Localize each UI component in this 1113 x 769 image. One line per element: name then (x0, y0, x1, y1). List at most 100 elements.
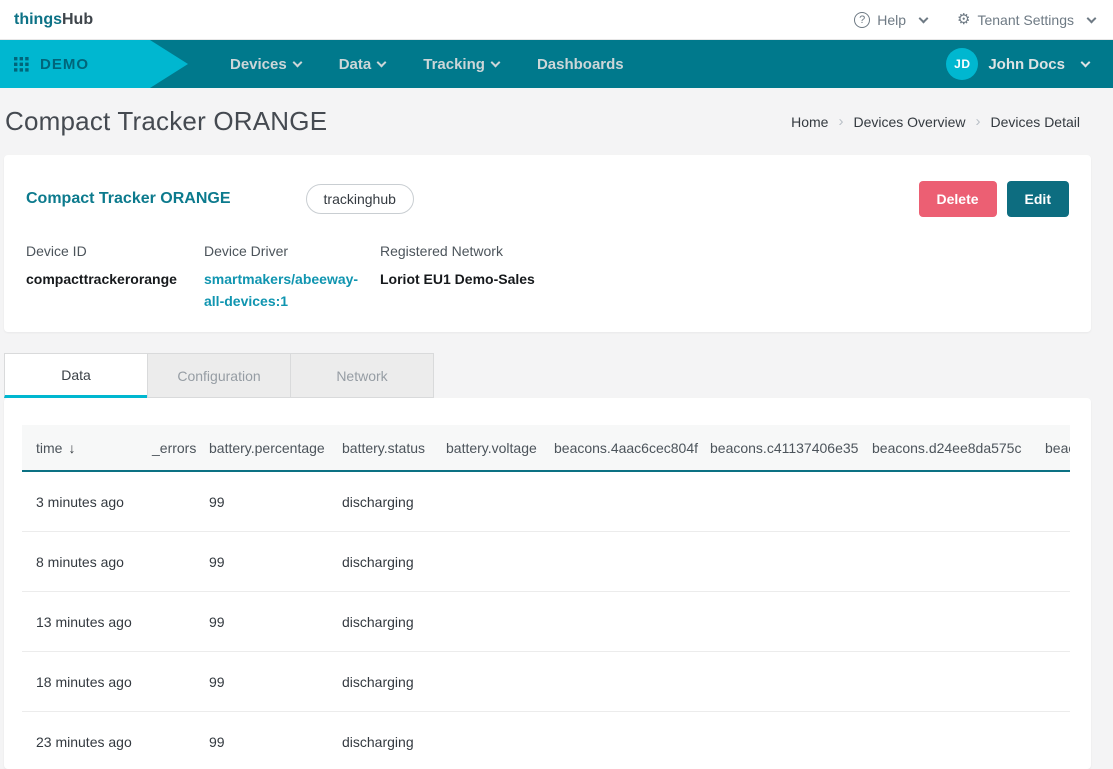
table-cell: discharging (342, 734, 446, 750)
tenant-switcher[interactable]: DEMO (0, 40, 188, 88)
breadcrumb-item-devices-overview[interactable]: Devices Overview (853, 114, 965, 130)
field-registered-network: Registered NetworkLoriot EU1 Demo-Sales (380, 243, 535, 313)
chevron-down-icon (919, 13, 929, 23)
tag-pill[interactable]: trackinghub (306, 184, 414, 214)
column-label: time (36, 440, 62, 456)
column-header-beacons-d24ee8da575c[interactable]: beacons.d24ee8da575c (872, 440, 1045, 456)
card-actions: Delete Edit (919, 181, 1069, 217)
edit-button[interactable]: Edit (1007, 181, 1069, 217)
chevron-down-icon (1081, 58, 1091, 68)
tab-data[interactable]: Data (4, 353, 148, 398)
field-device-driver: Device Driver smartmakers/abeeway-all-dev… (204, 243, 380, 313)
column-label: battery.percentage (209, 440, 325, 456)
table-cell: 23 minutes ago (22, 734, 152, 750)
avatar: JD (946, 48, 978, 80)
nav-item-label: Dashboards (537, 56, 624, 73)
data-table-card: time ↓ _errors battery.percentage battery.st… (4, 398, 1091, 769)
field-label: Registered Network (380, 243, 535, 259)
column-header-beacons-4aac6cec804f[interactable]: beacons.4aac6cec804f (554, 440, 710, 456)
chevron-down-icon (292, 57, 302, 67)
column-label: beacons.d24ee8da575c (872, 440, 1021, 456)
tab-configuration[interactable]: Configuration (147, 353, 291, 398)
tenant-label: DEMO (40, 56, 89, 73)
gear-icon: ⚙ (957, 12, 970, 27)
breadcrumb-separator: › (976, 113, 981, 130)
nav-item-label: Devices (230, 56, 287, 73)
help-label: Help (877, 12, 906, 28)
logo-things: things (14, 11, 62, 28)
table-row[interactable]: 3 minutes ago 99discharging (22, 472, 1070, 532)
field-device-id: Device ID compacttrackerorange (26, 243, 204, 313)
breadcrumb-item-devices-detail: Devices Detail (991, 114, 1080, 130)
column-label: battery.voltage (446, 440, 537, 456)
table-cell: discharging (342, 674, 446, 690)
table-scroll[interactable]: time ↓ _errors battery.percentage battery.st… (22, 425, 1070, 769)
tab-network[interactable]: Network (290, 353, 434, 398)
column-header-beacons-c41137406e35[interactable]: beacons.c41137406e35 (710, 440, 872, 456)
nav-item-dashboards[interactable]: Dashboards (537, 56, 624, 73)
column-header-battery-voltage[interactable]: battery.voltage (446, 440, 554, 456)
table-cell: 8 minutes ago (22, 554, 152, 570)
tenant-settings-menu[interactable]: ⚙ Tenant Settings (957, 12, 1095, 28)
device-title: Compact Tracker ORANGE (26, 190, 231, 208)
field-value: compacttrackerorange (26, 268, 204, 290)
table-cell: 3 minutes ago (22, 494, 152, 510)
app-logo[interactable]: thingsHub (14, 11, 93, 29)
table-row[interactable]: 23 minutes ago 99discharging (22, 712, 1070, 769)
column-label: beacons.c41137406e35 (710, 440, 858, 456)
table-row[interactable]: 13 minutes ago99discharging (22, 592, 1070, 652)
nav-menu: Devices Data Tracking Dashboards (230, 56, 624, 73)
nav-item-devices[interactable]: Devices (230, 56, 301, 73)
nav-item-label: Tracking (423, 56, 485, 73)
page-head: Compact Tracker ORANGE Home › Devices Over… (0, 88, 1113, 155)
chevron-down-icon (1087, 13, 1097, 23)
nav-item-tracking[interactable]: Tracking (423, 56, 499, 73)
help-icon: ? (854, 12, 870, 28)
chevron-down-icon (377, 57, 387, 67)
column-label: beaco (1045, 440, 1070, 456)
column-header-beaco[interactable]: beaco (1045, 440, 1070, 456)
chevron-down-icon (490, 57, 500, 67)
breadcrumb-item-home[interactable]: Home (791, 114, 828, 130)
page-title: Compact Tracker ORANGE (5, 106, 327, 137)
column-label: _errors (152, 440, 196, 456)
table-cell: 18 minutes ago (22, 674, 152, 690)
table-cell: discharging (342, 494, 446, 510)
table-row[interactable]: 18 minutes ago 99discharging (22, 652, 1070, 712)
field-value[interactable]: smartmakers/abeeway-all-devices:1 (204, 268, 366, 313)
tab-bar: DataConfigurationNetwork (4, 353, 1113, 398)
grid-icon (14, 57, 29, 72)
table-cell: discharging (342, 554, 446, 570)
table-cell: 13 minutes ago (22, 614, 152, 630)
table-cell: 99 (209, 554, 342, 570)
column-header-battery-status[interactable]: battery.status (342, 440, 446, 456)
field-label: Device Driver (204, 243, 380, 259)
help-menu[interactable]: ? Help (854, 12, 927, 28)
table-cell: 99 (209, 734, 342, 750)
column-header-battery-percentage[interactable]: battery.percentage (209, 440, 342, 456)
breadcrumb: Home › Devices Overview › Devices Detail (791, 113, 1080, 130)
table-cell: 99 (209, 674, 342, 690)
delete-button[interactable]: Delete (919, 181, 997, 217)
device-fields: Device ID compacttrackerorangeDevice Driv… (26, 243, 1069, 313)
breadcrumb-separator: › (838, 113, 843, 130)
table-body: 3 minutes ago99discharging8 minutes ago9… (22, 472, 1070, 769)
user-menu[interactable]: JD John Docs (946, 48, 1089, 80)
column-header-time[interactable]: time ↓ (22, 440, 152, 456)
nav-item-data[interactable]: Data (339, 56, 386, 73)
navbar: DEMO Devices Data Tracking Dashboards JD Jo… (0, 40, 1113, 88)
table-row[interactable]: 8 minutes ago 99discharging (22, 532, 1070, 592)
logo-hub: Hub (62, 11, 93, 28)
sort-descending-icon: ↓ (68, 440, 75, 456)
table-cell: 99 (209, 614, 342, 630)
device-card: Compact Tracker ORANGE trackinghub Delet… (4, 155, 1091, 332)
topbar-right: ? Help ⚙ Tenant Settings (854, 12, 1095, 28)
device-card-head: Compact Tracker ORANGE trackinghub Delet… (26, 181, 1069, 217)
nav-item-label: Data (339, 56, 372, 73)
user-name: John Docs (988, 56, 1065, 73)
column-header--errors[interactable]: _errors (152, 440, 209, 456)
topbar: thingsHub ? Help ⚙ Tenant Settings (0, 0, 1113, 40)
field-label: Device ID (26, 243, 204, 259)
table-cell: 99 (209, 494, 342, 510)
tenant-settings-label: Tenant Settings (977, 12, 1074, 28)
